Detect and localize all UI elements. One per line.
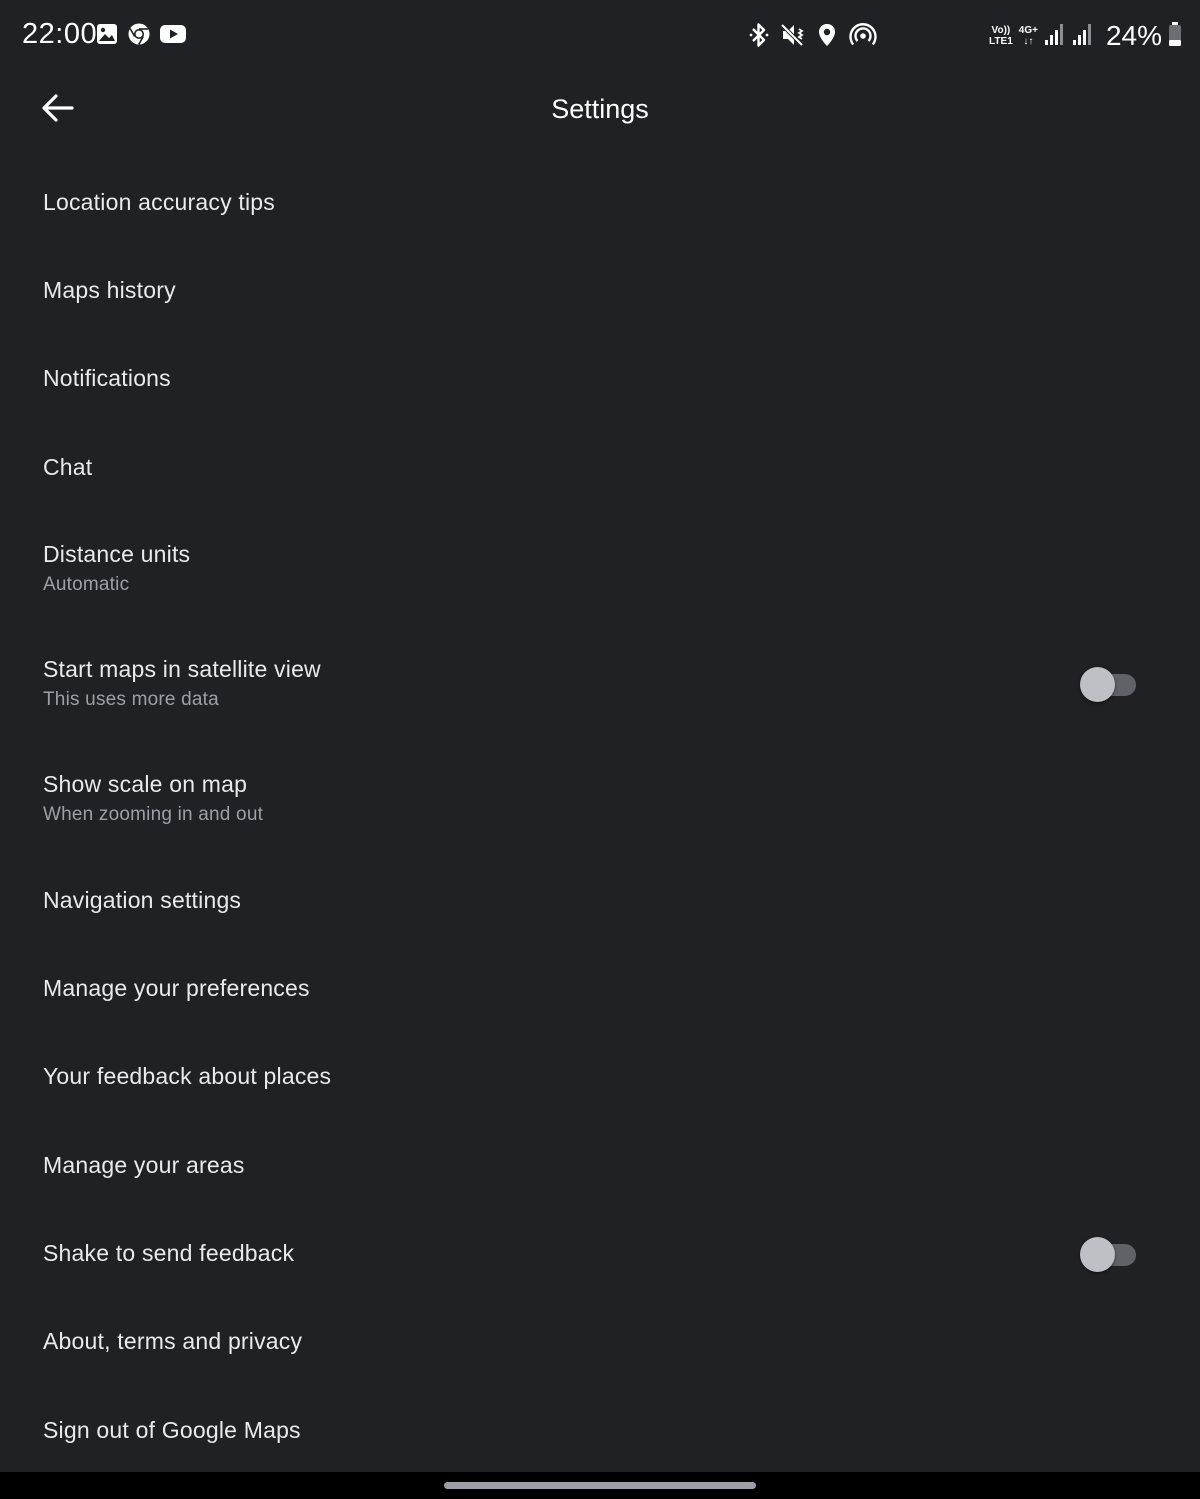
shake-feedback-toggle[interactable] [1080, 1236, 1138, 1272]
setting-manage-preferences[interactable]: Manage your preferences [0, 944, 1200, 1032]
setting-feedback-about-places[interactable]: Your feedback about places [0, 1033, 1200, 1121]
setting-label: About, terms and privacy [43, 1328, 303, 1355]
setting-label: Navigation settings [43, 886, 242, 913]
app-bar: Settings [0, 72, 1200, 148]
gallery-icon [95, 22, 119, 51]
status-bar: 22:00 Vo)) LTE1 4G+ ↓↑ 24% [0, 0, 1200, 72]
setting-satellite-view[interactable]: Start maps in satellite view This uses m… [0, 626, 1200, 741]
battery-icon [1168, 21, 1182, 52]
bluetooth-icon [748, 21, 770, 54]
setting-label: Notifications [43, 365, 171, 392]
setting-label: Manage your areas [43, 1151, 245, 1178]
setting-label: Chat [43, 453, 93, 480]
setting-show-scale[interactable]: Show scale on map When zooming in and ou… [0, 741, 1200, 856]
status-time: 22:00 [22, 18, 98, 50]
satellite-view-toggle[interactable] [1080, 666, 1138, 702]
data-type-label: 4G+ [1018, 25, 1038, 36]
home-indicator[interactable] [444, 1482, 756, 1489]
youtube-icon [159, 22, 187, 51]
settings-list: Location accuracy tips Maps history Noti… [0, 158, 1200, 1474]
setting-sign-out[interactable]: Sign out of Google Maps [0, 1386, 1200, 1474]
status-right: Vo)) LTE1 4G+ ↓↑ 24% [989, 20, 1182, 52]
setting-label: Your feedback about places [43, 1063, 332, 1090]
toggle-thumb [1080, 666, 1115, 702]
setting-label: Show scale on map [43, 771, 248, 798]
page-title: Settings [551, 94, 649, 124]
setting-chat[interactable]: Chat [0, 423, 1200, 511]
setting-label: Sign out of Google Maps [43, 1416, 301, 1443]
setting-label: Shake to send feedback [43, 1240, 295, 1267]
navigation-bar [0, 1472, 1200, 1499]
setting-shake-to-send-feedback[interactable]: Shake to send feedback [0, 1209, 1200, 1297]
setting-distance-units[interactable]: Distance units Automatic [0, 511, 1200, 626]
hotspot-icon [848, 21, 878, 54]
chrome-icon [127, 22, 151, 51]
setting-subtitle: When zooming in and out [43, 804, 264, 826]
setting-label: Maps history [43, 276, 176, 303]
notification-icons [95, 22, 187, 51]
setting-label: Distance units [43, 541, 191, 568]
system-icons [748, 21, 878, 54]
setting-label: Location accuracy tips [43, 188, 275, 215]
setting-subtitle: This uses more data [43, 689, 219, 711]
battery-level: 24% [1105, 20, 1162, 51]
volte-top-label: Vo)) [991, 25, 1011, 36]
setting-notifications[interactable]: Notifications [0, 335, 1200, 423]
data-indicator: 4G+ ↓↑ [1019, 25, 1038, 47]
volte-bottom-label: LTE1 [989, 36, 1013, 47]
signal-icon [1044, 22, 1066, 51]
setting-about-terms-privacy[interactable]: About, terms and privacy [0, 1298, 1200, 1386]
data-arrows-label: ↓↑ [1023, 36, 1034, 47]
setting-maps-history[interactable]: Maps history [0, 246, 1200, 334]
setting-navigation-settings[interactable]: Navigation settings [0, 856, 1200, 944]
setting-manage-areas[interactable]: Manage your areas [0, 1121, 1200, 1209]
toggle-thumb [1080, 1236, 1115, 1272]
setting-subtitle: Automatic [43, 574, 130, 596]
signal-icon [1072, 22, 1094, 51]
mute-vibrate-icon [780, 21, 806, 54]
location-icon [816, 21, 838, 54]
setting-label: Start maps in satellite view [43, 656, 321, 683]
setting-location-accuracy-tips[interactable]: Location accuracy tips [0, 158, 1200, 246]
setting-label: Manage your preferences [43, 975, 310, 1002]
volte-indicator: Vo)) LTE1 [989, 25, 1013, 47]
